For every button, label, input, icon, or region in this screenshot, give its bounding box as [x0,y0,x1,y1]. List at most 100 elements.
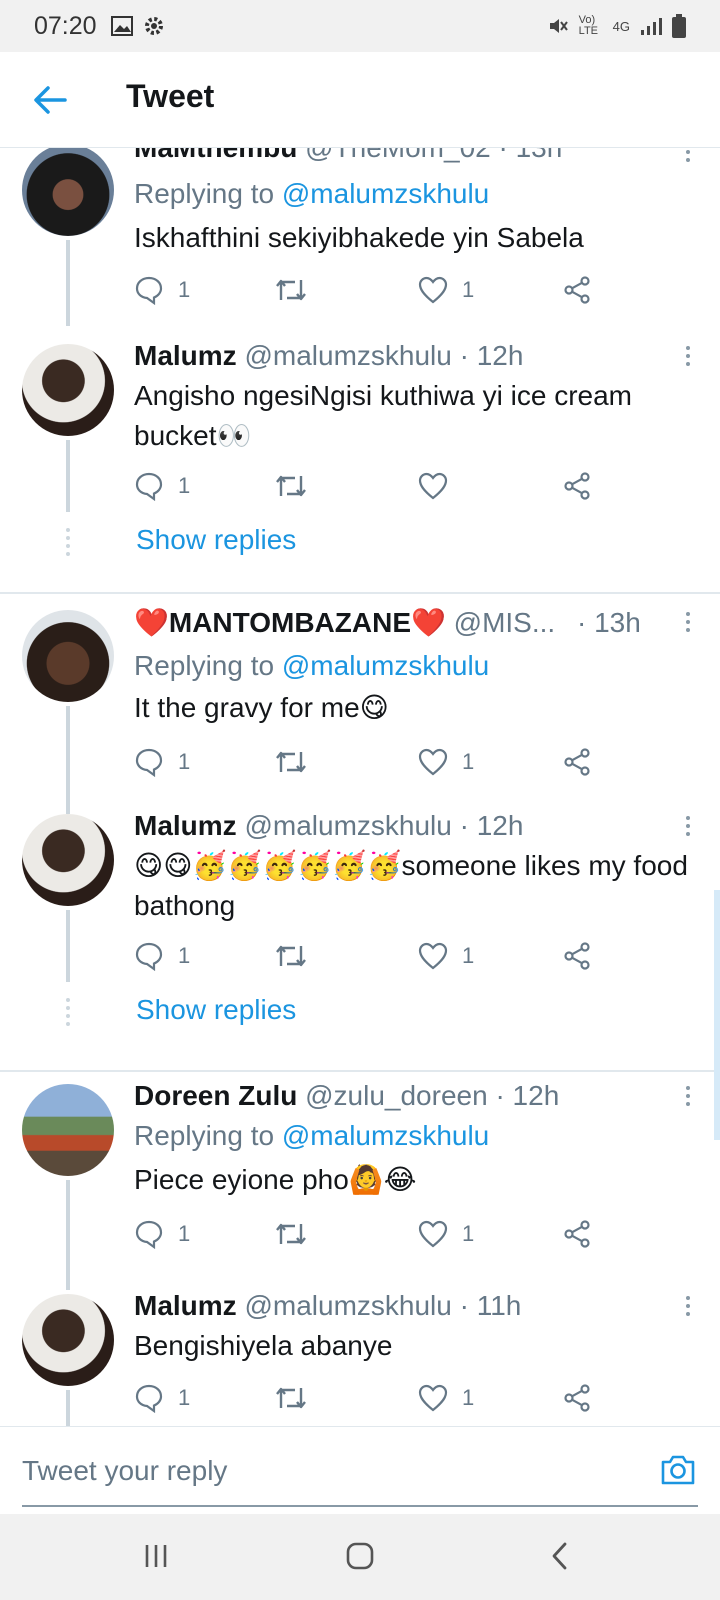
more-icon[interactable] [682,612,694,636]
retweet-button[interactable] [274,272,322,308]
share-button[interactable] [562,1380,592,1416]
replying-to-handle[interactable]: @malumzskhulu [282,178,489,209]
retweet-button[interactable] [274,468,322,504]
replying-to-handle[interactable]: @malumzskhulu [282,1120,489,1151]
tweet-actions: 1 1 [134,938,614,974]
more-icon[interactable] [682,1296,694,1320]
camera-button[interactable] [660,1453,696,1487]
avatar[interactable] [22,344,114,436]
more-icon[interactable] [682,150,694,174]
retweet-button[interactable] [274,744,322,780]
tweet-actions: 1 1 [134,272,614,308]
share-icon [564,276,590,304]
author-name[interactable]: Malumz [134,1290,237,1321]
reply-icon [135,942,163,971]
reply-button[interactable]: 1 [134,272,190,308]
avatar[interactable] [22,610,114,702]
avatar[interactable] [22,1294,114,1386]
author-name[interactable]: Doreen Zulu [134,1080,297,1111]
gallery-icon [110,16,133,36]
tweet-time: · 11h [459,1290,522,1321]
like-icon [418,1384,448,1412]
reply-button[interactable]: 1 [134,468,190,504]
avatar[interactable] [22,1084,114,1176]
retweet-button[interactable] [274,938,322,974]
reply-button[interactable]: 1 [134,1216,190,1252]
tweet-text: Angisho ngesiNgisi kuthiwa yi ice cream … [134,380,632,451]
reply-input[interactable]: Tweet your reply [22,1455,227,1487]
like-icon [418,1220,448,1248]
more-icon[interactable] [682,346,694,370]
tweet-actions: 1 1 [134,1380,614,1416]
tweet[interactable]: ❤️MANTOMBAZANE❤️ @MIS... · 13h Replying … [0,604,720,814]
back-button[interactable] [30,80,70,120]
like-button[interactable]: 1 [418,744,474,780]
tweet-time: · 13h [499,148,563,163]
like-button[interactable]: 1 [418,1380,474,1416]
more-icon[interactable] [682,1086,694,1110]
tweet-text: Piece eyione pho🙆😂 [134,1164,417,1195]
like-button[interactable]: 1 [418,938,474,974]
tweet-actions: 1 1 [134,1216,614,1252]
divider [0,1070,720,1072]
reply-icon [135,1220,163,1249]
reply-button[interactable]: 1 [134,744,190,780]
avatar[interactable] [22,148,114,236]
retweet-button[interactable] [274,1216,322,1252]
author-handle[interactable]: @malumzskhulu [244,1290,451,1321]
share-button[interactable] [562,272,592,308]
divider [0,592,720,594]
share-button[interactable] [562,468,592,504]
tweet-header: Malumz @malumzskhulu · 11h [134,1290,521,1322]
reply-button[interactable]: 1 [134,1380,190,1416]
tweet[interactable]: Malumz @malumzskhulu · 12h Angisho ngesi… [0,336,720,586]
tweet[interactable]: Malumz @malumzskhulu · 11h Bengishiyela … [0,1290,720,1426]
like-button[interactable]: 1 [418,272,474,308]
reply-feed[interactable]: MaMthembu @TheMom_02 · 13h Replying to @… [0,148,720,1426]
reply-icon [135,276,163,305]
tweet-text: It the gravy for me😋 [134,692,389,723]
reply-icon [135,472,163,501]
replying-to-handle[interactable]: @malumzskhulu [282,650,489,681]
more-icon[interactable] [682,816,694,840]
show-replies-link[interactable]: Show replies [136,524,296,556]
share-icon [564,1384,590,1412]
avatar[interactable] [22,814,114,906]
like-button[interactable] [418,468,462,504]
author-name[interactable]: MaMthembu [134,148,297,163]
retweet-icon [276,279,306,301]
author-handle[interactable]: @zulu_doreen [305,1080,488,1111]
author-handle[interactable]: @malumzskhulu [244,340,451,371]
author-handle[interactable]: @MIS... [454,607,556,638]
retweet-icon [276,475,306,497]
tweet[interactable]: Doreen Zulu @zulu_doreen · 12h Replying … [0,1080,720,1290]
tweet-time: · 13h [576,607,641,638]
tweet[interactable]: Malumz @malumzskhulu · 12h 😋😋🥳🥳🥳🥳🥳🥳someo… [0,810,720,1054]
back-arrow-icon [34,86,67,114]
tweet-actions: 1 [134,468,614,504]
share-button[interactable] [562,1216,592,1252]
home-button[interactable] [340,1538,380,1574]
author-name[interactable]: Malumz [134,340,237,371]
tweet[interactable]: MaMthembu @TheMom_02 · 13h Replying to @… [0,148,720,332]
share-icon [564,748,590,776]
tweet-header: Malumz @malumzskhulu · 12h [134,810,523,842]
like-icon [418,942,448,970]
show-replies-link[interactable]: Show replies [136,994,296,1026]
recents-button[interactable] [136,1538,176,1574]
tweet-header: ❤️MANTOMBAZANE❤️ @MIS... · 13h [134,606,641,639]
nav-back-button[interactable] [540,1538,580,1574]
retweet-button[interactable] [274,1380,322,1416]
like-button[interactable]: 1 [418,1216,474,1252]
camera-icon [661,1455,695,1485]
scrollbar[interactable] [714,890,720,1140]
author-handle[interactable]: @malumzskhulu [244,810,451,841]
author-handle[interactable]: @TheMom_02 [305,148,491,163]
share-button[interactable] [562,938,592,974]
share-button[interactable] [562,744,592,780]
recents-icon [145,1545,167,1567]
reply-button[interactable]: 1 [134,938,190,974]
author-name[interactable]: Malumz [134,810,237,841]
like-icon [418,276,448,304]
author-name[interactable]: ❤️MANTOMBAZANE❤️ [134,607,446,638]
